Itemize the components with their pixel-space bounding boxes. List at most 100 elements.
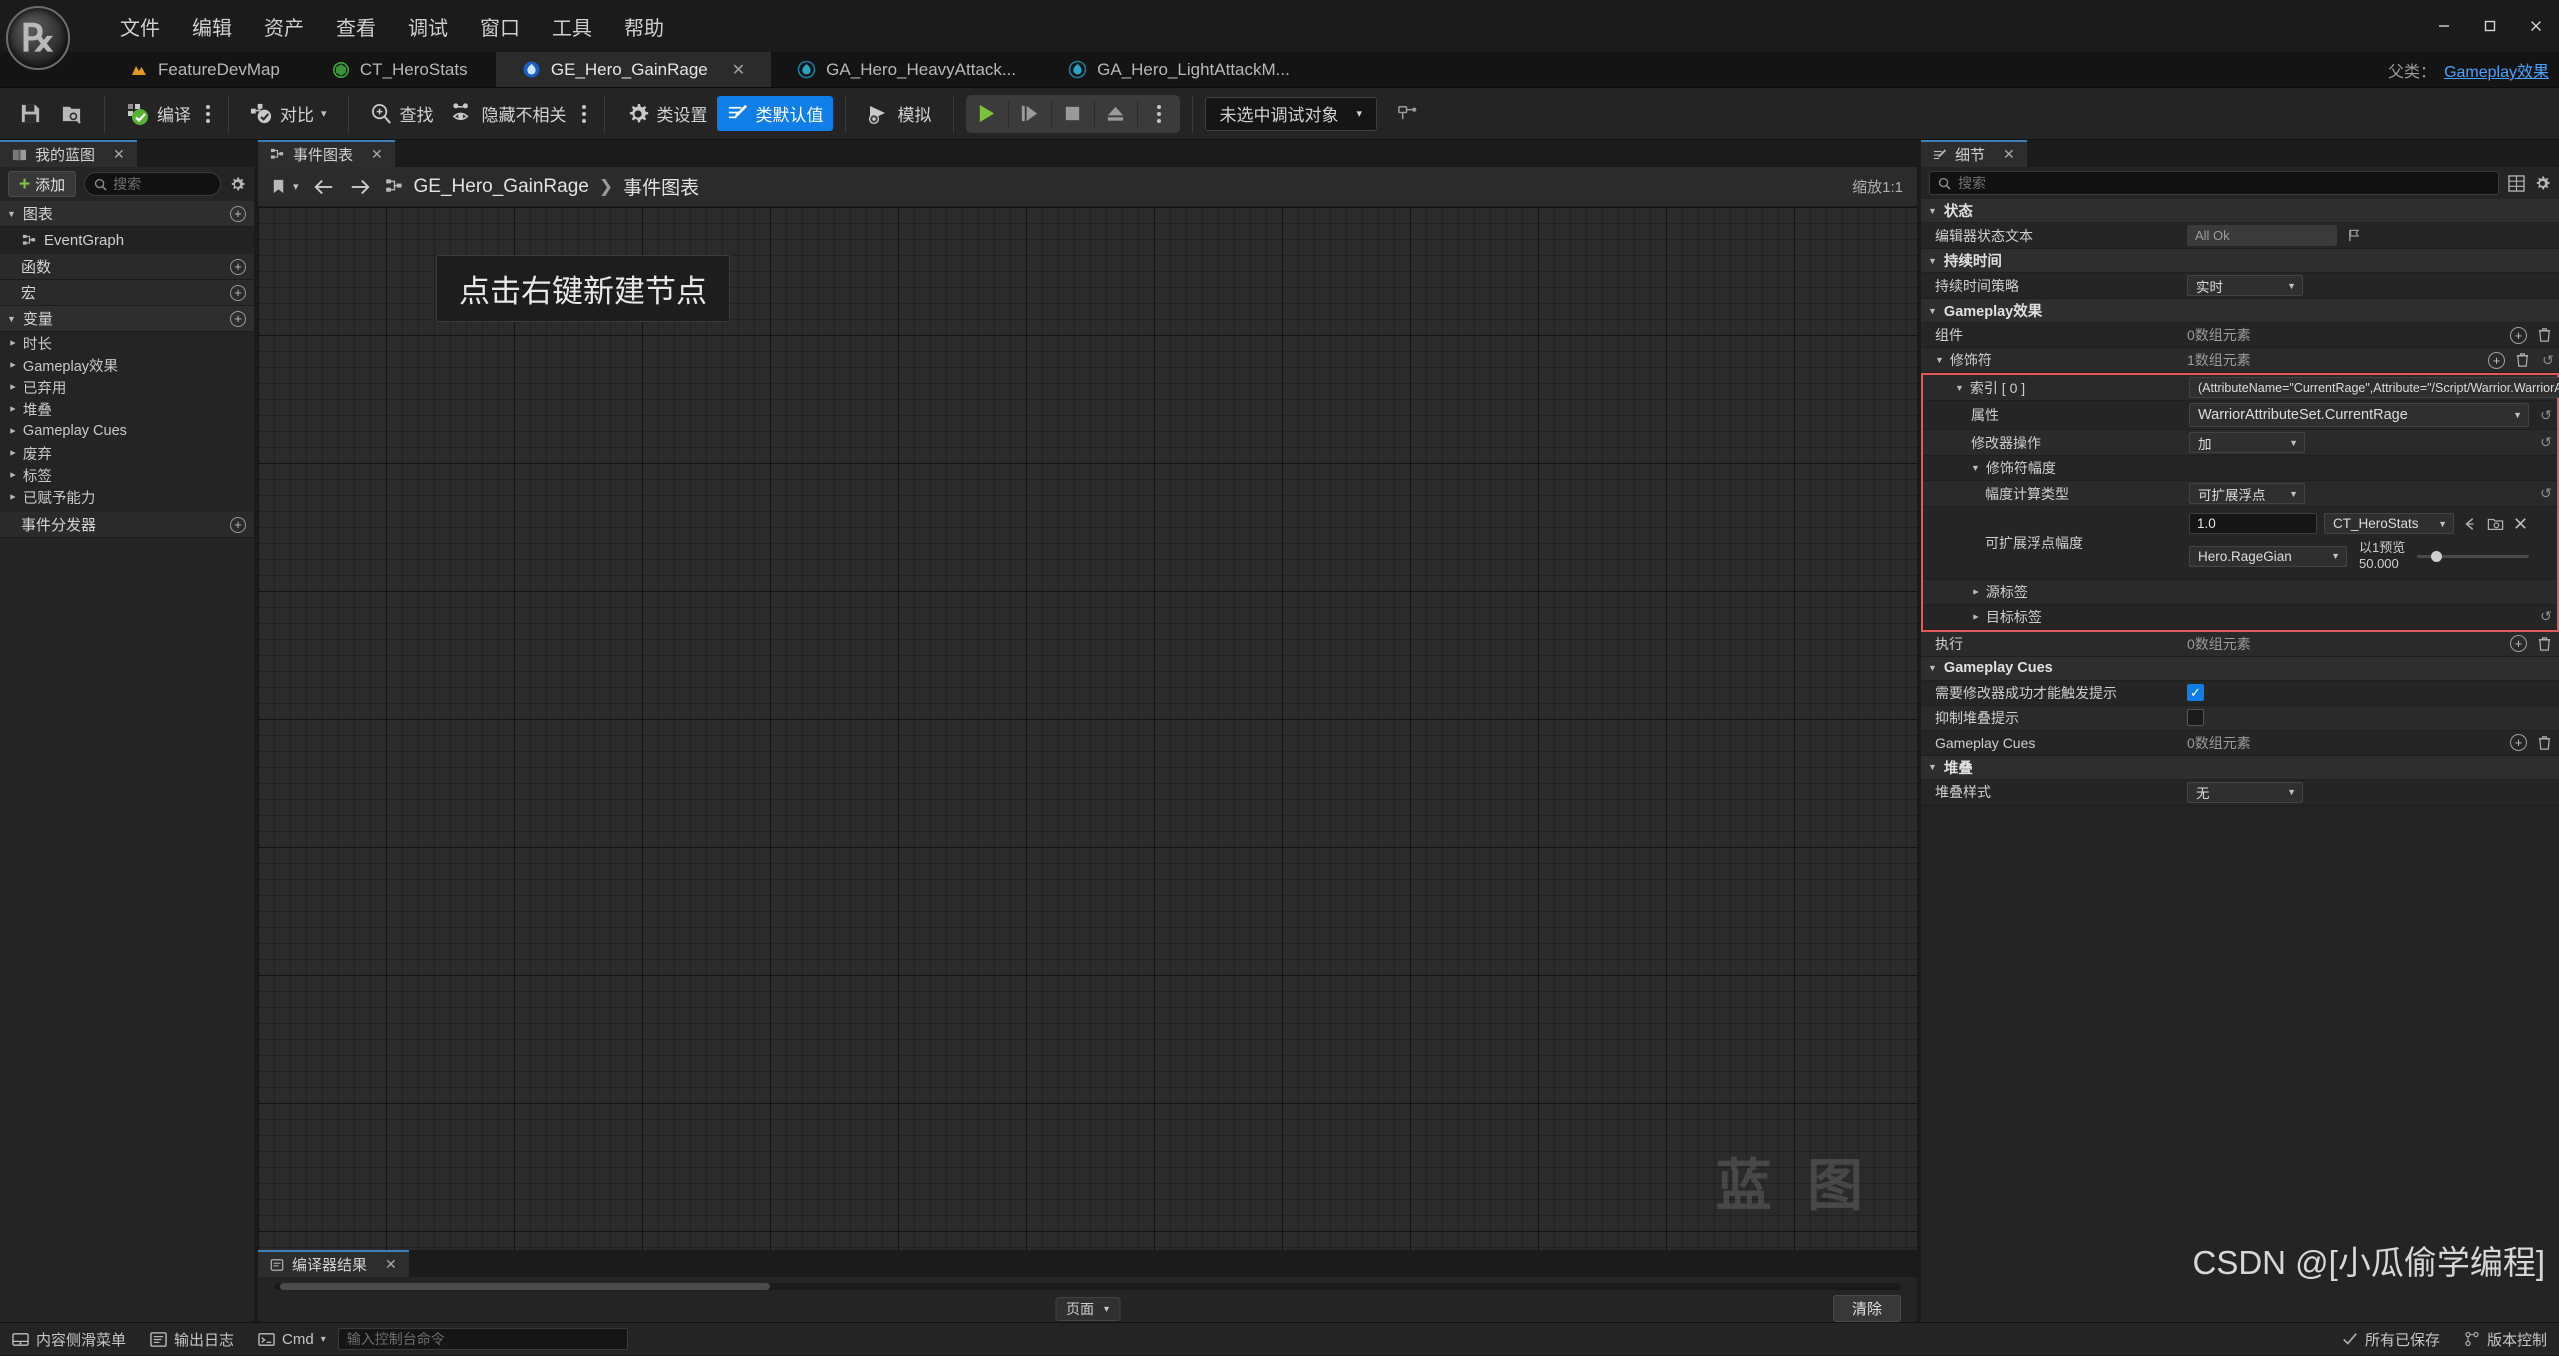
details-grid-view-icon[interactable] <box>2507 174 2525 192</box>
asset-tab-ct-herostats[interactable]: CT_HeroStats <box>306 52 496 87</box>
diff-button[interactable]: 对比 ▾ <box>241 96 336 131</box>
modifier-index-dropdown[interactable]: (AttributeName="CurrentRage",Attribute="… <box>2189 377 2559 398</box>
my-blueprint-search-input[interactable]: 搜索 <box>84 172 221 196</box>
asset-tab-ga-hero-lightattack[interactable]: GA_Hero_LightAttackM... <box>1042 52 1316 87</box>
add-graph-button[interactable]: + <box>230 205 246 222</box>
debug-object-selector[interactable]: 未选中调试对象 ▾ <box>1204 96 1378 131</box>
tab-compiler-results[interactable]: 编译器结果 ✕ <box>258 1250 409 1277</box>
revision-control-button[interactable]: 版本控制 <box>2452 1323 2559 1356</box>
attribute-dropdown[interactable]: WarriorAttributeSet.CurrentRage ▼ <box>2189 403 2529 427</box>
debug-filter-button[interactable] <box>1387 97 1428 130</box>
menu-item-view[interactable]: 查看 <box>320 8 392 45</box>
forward-arrow-icon[interactable] <box>349 176 371 198</box>
clear-asset-icon[interactable] <box>2511 515 2529 533</box>
modifier-op-dropdown[interactable]: 加 ▼ <box>2189 432 2305 453</box>
add-variable-button[interactable]: + <box>230 310 246 327</box>
tab-close-icon[interactable]: ✕ <box>385 1256 397 1273</box>
reset-to-default-icon[interactable] <box>2535 507 2557 579</box>
content-drawer-button[interactable]: 内容侧滑菜单 <box>0 1323 138 1356</box>
unreal-engine-logo[interactable]: ℞ <box>6 6 70 70</box>
tab-close-icon[interactable]: ✕ <box>371 146 383 163</box>
cmd-selector[interactable]: Cmd ▾ <box>246 1323 338 1356</box>
property-label[interactable]: ▼ 源标签 <box>1923 580 2183 604</box>
details-search-input[interactable]: 搜索 <box>1929 171 2499 195</box>
breadcrumb-root[interactable]: GE_Hero_GainRage <box>414 176 589 198</box>
browse-to-asset-icon[interactable] <box>2486 515 2504 533</box>
section-header-functions[interactable]: 函数 + <box>0 254 254 280</box>
asset-tab-featuredevmap[interactable]: FeatureDevMap <box>104 52 306 87</box>
class-defaults-button[interactable]: 类默认值 <box>716 96 833 131</box>
hide-unrelated-button[interactable]: 隐藏不相关 <box>443 96 576 131</box>
eject-button[interactable] <box>1095 95 1137 133</box>
require-modifier-success-checkbox[interactable]: ✓ <box>2187 684 2204 701</box>
horizontal-scrollbar[interactable] <box>274 1283 1901 1290</box>
reset-to-default-icon[interactable]: ↺ <box>2537 348 2559 372</box>
section-header-variables[interactable]: ▼ 变量 + <box>0 306 254 332</box>
menu-item-debug[interactable]: 调试 <box>392 8 464 45</box>
reset-to-default-icon[interactable]: ↺ <box>2535 401 2557 429</box>
variable-item[interactable]: ▼ 已赋予能力 <box>0 486 254 508</box>
details-settings-gear-icon[interactable] <box>2533 174 2551 192</box>
play-button[interactable] <box>966 95 1008 133</box>
asset-tab-ge-hero-gainrage[interactable]: GE_Hero_GainRage ✕ <box>495 52 772 87</box>
menu-item-edit[interactable]: 编辑 <box>176 8 248 45</box>
add-modifier-button[interactable]: + <box>2488 351 2505 369</box>
variable-item[interactable]: ▼ Gameplay效果 <box>0 354 254 376</box>
tab-event-graph[interactable]: 事件图表 ✕ <box>258 140 395 167</box>
section-gameplay-cues[interactable]: ▼ Gameplay Cues <box>1921 656 2559 681</box>
add-function-button[interactable]: + <box>230 258 246 275</box>
menu-item-window[interactable]: 窗口 <box>464 8 536 45</box>
menu-item-help[interactable]: 帮助 <box>608 8 680 45</box>
variable-item[interactable]: ▼ 废弃 <box>0 442 254 464</box>
stacking-type-dropdown[interactable]: 无 ▼ <box>2187 781 2303 803</box>
output-log-button[interactable]: 输出日志 <box>138 1323 246 1356</box>
property-value[interactable]: All Ok <box>2181 223 2559 248</box>
variable-item[interactable]: ▼ 标签 <box>0 464 254 486</box>
variable-item[interactable]: ▼ Gameplay Cues <box>0 420 254 442</box>
clear-button[interactable]: 清除 <box>1832 1295 1901 1322</box>
reset-to-default-icon[interactable] <box>2535 456 2557 480</box>
section-gameplay-effect[interactable]: ▼ Gameplay效果 <box>1921 299 2559 323</box>
simulate-button[interactable]: 模拟 <box>858 96 941 131</box>
compile-options-menu[interactable] <box>200 99 216 129</box>
my-blueprint-settings-gear-icon[interactable] <box>229 176 246 193</box>
back-arrow-icon[interactable] <box>313 176 335 198</box>
use-selected-asset-icon[interactable] <box>2461 515 2479 533</box>
add-execution-button[interactable]: + <box>2510 635 2527 652</box>
suppress-stacking-cues-checkbox[interactable] <box>2187 709 2204 726</box>
find-button[interactable]: 查找 <box>361 96 443 131</box>
add-gameplay-cue-button[interactable]: + <box>2510 734 2527 751</box>
calc-type-dropdown[interactable]: 可扩展浮点 ▼ <box>2189 483 2305 504</box>
browse-in-content-browser-button[interactable] <box>51 97 92 130</box>
compile-button[interactable]: 编译 <box>117 96 200 131</box>
variable-item[interactable]: ▼ 已弃用 <box>0 376 254 398</box>
reset-to-default-icon[interactable]: ↺ <box>2535 481 2557 506</box>
breadcrumb-leaf[interactable]: 事件图表 <box>623 173 699 200</box>
close-button[interactable] <box>2513 0 2559 52</box>
maximize-button[interactable] <box>2467 0 2513 52</box>
section-duration[interactable]: ▼ 持续时间 <box>1921 249 2559 273</box>
hide-unrelated-options-menu[interactable] <box>576 99 592 129</box>
variable-item[interactable]: ▼ 堆叠 <box>0 398 254 420</box>
delete-modifiers-icon[interactable] <box>2513 351 2531 369</box>
curve-table-dropdown[interactable]: CT_HeroStats ▼ <box>2324 513 2454 534</box>
preview-slider[interactable] <box>2417 550 2529 562</box>
delete-array-icon[interactable] <box>2535 326 2553 344</box>
property-label[interactable]: ▼ 修饰符幅度 <box>1923 456 2183 480</box>
tab-my-blueprint[interactable]: 我的蓝图 ✕ <box>0 140 137 167</box>
section-stacking[interactable]: ▼ 堆叠 <box>1921 755 2559 780</box>
property-label[interactable]: ▼ 修饰符 <box>1921 348 2181 372</box>
tab-details[interactable]: 细节 ✕ <box>1921 140 2027 167</box>
section-header-graphs[interactable]: ▼ 图表 + <box>0 201 254 227</box>
add-array-element-button[interactable]: + <box>2510 326 2527 344</box>
all-saved-indicator[interactable]: 所有已保存 <box>2330 1323 2452 1356</box>
section-status[interactable]: ▼ 状态 <box>1921 199 2559 223</box>
section-header-event-dispatchers[interactable]: 事件分发器 + <box>0 512 254 538</box>
graph-canvas[interactable]: 点击右键新建节点 蓝 图 <box>258 207 1917 1250</box>
add-macro-button[interactable]: + <box>230 284 246 301</box>
reset-to-default-icon[interactable]: ↺ <box>2535 430 2557 455</box>
add-event-dispatcher-button[interactable]: + <box>230 516 246 533</box>
step-button[interactable] <box>1009 95 1051 133</box>
row-name-dropdown[interactable]: Hero.RageGian ▼ <box>2189 545 2347 567</box>
duration-policy-dropdown[interactable]: 实时 ▼ <box>2187 275 2303 296</box>
